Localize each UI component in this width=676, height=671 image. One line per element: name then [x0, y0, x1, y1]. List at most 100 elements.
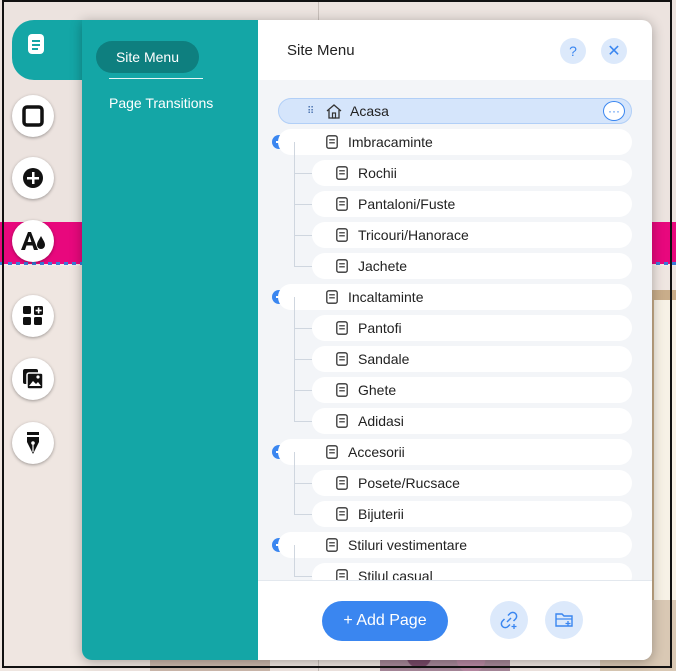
add-folder-button[interactable]: [545, 601, 583, 639]
help-button[interactable]: ?: [560, 38, 586, 64]
page-row-subpage[interactable]: Bijuterii: [312, 501, 632, 527]
page-icon: [336, 228, 348, 242]
page-icon: [336, 569, 348, 580]
tree-connector: [294, 359, 312, 360]
tree-connector: [294, 545, 295, 576]
page-row-subpage[interactable]: Jachete: [312, 253, 632, 279]
media-icon: [23, 369, 44, 390]
page-row-folder[interactable]: Stiluri vestimentare: [278, 532, 632, 558]
page-row-folder[interactable]: Accesorii: [278, 439, 632, 465]
page-icon: [336, 321, 348, 335]
side-nav-page-transitions[interactable]: Page Transitions: [109, 95, 213, 111]
theme-icon: [21, 232, 45, 250]
tree-connector: [294, 235, 295, 266]
panel-footer: + Add Page: [258, 580, 652, 660]
pages-icon: [23, 30, 49, 58]
page-row-subpage[interactable]: Ghete: [312, 377, 632, 403]
page-label: Bijuterii: [358, 506, 404, 522]
tree-connector: [294, 359, 295, 390]
page-label: Jachete: [358, 258, 408, 274]
link-icon: [500, 611, 518, 629]
side-nav-site-menu[interactable]: Site Menu: [96, 41, 199, 73]
app-market-button[interactable]: [12, 295, 54, 337]
tree-connector: [294, 452, 295, 483]
pages-list[interactable]: ⠿ Acasa ··· Imbracaminte Rochii Pantaloni/…: [258, 80, 652, 580]
page-label: Pantaloni/Fuste: [358, 196, 456, 212]
page-label: Acasa: [350, 103, 389, 119]
page-row-home[interactable]: ⠿ Acasa ···: [278, 98, 632, 124]
tree-connector: [294, 421, 312, 422]
page-label: Stiluri vestimentare: [348, 537, 468, 553]
page-row-subpage[interactable]: Pantofi: [312, 315, 632, 341]
tree-connector: [294, 328, 312, 329]
tree-connector: [294, 390, 312, 391]
close-button[interactable]: ✕: [601, 38, 627, 64]
page-more-actions-button[interactable]: ···: [603, 101, 625, 121]
drag-handle-icon[interactable]: ⠿: [307, 106, 314, 117]
tree-connector: [294, 142, 295, 173]
blog-button[interactable]: [12, 422, 54, 464]
tree-connector: [294, 576, 312, 577]
page-label: Imbracaminte: [348, 134, 433, 150]
page-icon: [336, 259, 348, 273]
panel-title: Site Menu: [287, 42, 355, 59]
page-icon: [336, 414, 348, 428]
square-icon: [22, 105, 44, 127]
page-row-subpage[interactable]: Pantaloni/Fuste: [312, 191, 632, 217]
panel-header: Site Menu ? ✕: [258, 20, 652, 81]
page-label: Pantofi: [358, 320, 402, 336]
tree-connector: [294, 204, 312, 205]
page-label: Stilul casual: [358, 568, 433, 580]
page-row-subpage[interactable]: Rochii: [312, 160, 632, 186]
pages-tab-active[interactable]: [12, 20, 84, 80]
media-button[interactable]: [12, 358, 54, 400]
page-icon: [336, 166, 348, 180]
page-row-subpage[interactable]: Adidasi: [312, 408, 632, 434]
page-row-subpage[interactable]: Tricouri/Hanorace: [312, 222, 632, 248]
tree-connector: [294, 235, 312, 236]
page-icon: [326, 445, 338, 459]
panel-side-nav: Site Menu Page Transitions: [82, 20, 258, 660]
tree-connector: [294, 514, 312, 515]
page-row-subpage[interactable]: Stilul casual: [312, 563, 632, 580]
pen-nib-icon: [27, 432, 39, 454]
close-icon: ✕: [607, 43, 621, 60]
theme-button[interactable]: [12, 220, 54, 262]
page-label: Adidasi: [358, 413, 404, 429]
tree-connector: [294, 266, 312, 267]
home-icon: [326, 103, 342, 119]
editor-left-rail: [0, 0, 84, 671]
page-row-folder[interactable]: Imbracaminte: [278, 129, 632, 155]
plus-circle-icon: [23, 168, 43, 188]
page-icon: [336, 476, 348, 490]
page-label: Rochii: [358, 165, 397, 181]
tree-connector: [294, 390, 295, 421]
page-label: Accesorii: [348, 444, 405, 460]
background-button[interactable]: [12, 95, 54, 137]
page-row-subpage[interactable]: Sandale: [312, 346, 632, 372]
tree-connector: [294, 483, 295, 514]
page-label: Incaltaminte: [348, 289, 424, 305]
page-icon: [326, 538, 338, 552]
add-elements-button[interactable]: [12, 157, 54, 199]
page-label: Ghete: [358, 382, 397, 398]
tree-connector: [294, 483, 312, 484]
page-label: Tricouri/Hanorace: [358, 227, 469, 243]
add-page-button[interactable]: + Add Page: [322, 601, 448, 641]
page-icon: [336, 197, 348, 211]
add-link-button[interactable]: [490, 601, 528, 639]
page-icon: [336, 352, 348, 366]
tree-connector: [294, 173, 312, 174]
tree-connector: [294, 173, 295, 204]
page-label: Posete/Rucsace: [358, 475, 460, 491]
side-nav-divider: [109, 78, 203, 79]
tree-connector: [294, 297, 295, 328]
page-label: Sandale: [358, 351, 410, 367]
site-menu-panel: Site Menu Page Transitions Site Menu ? ✕…: [82, 20, 652, 660]
help-icon: ?: [569, 43, 577, 59]
tree-connector: [294, 204, 295, 235]
page-row-folder[interactable]: Incaltaminte: [278, 284, 632, 310]
page-icon: [326, 135, 338, 149]
page-icon: [336, 383, 348, 397]
page-row-subpage[interactable]: Posete/Rucsace: [312, 470, 632, 496]
